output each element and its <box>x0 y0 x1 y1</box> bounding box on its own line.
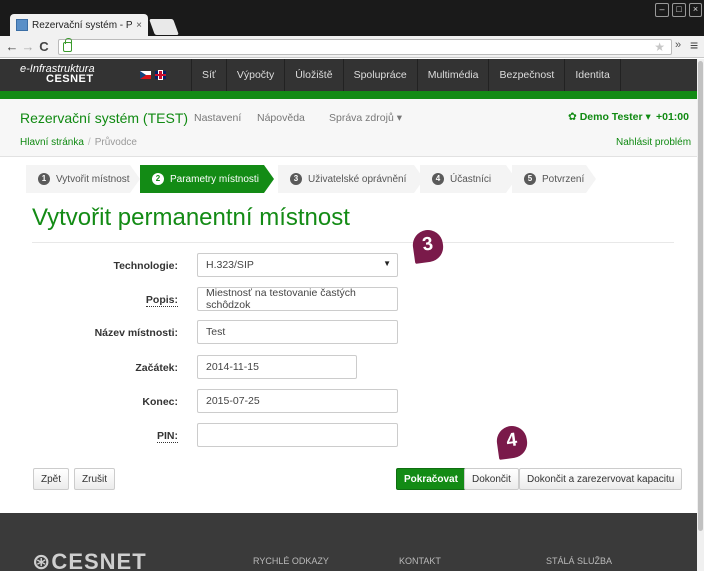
cesnet-footer-logo[interactable]: ⊛CESNET <box>32 549 147 571</box>
annotation-badge-4: 4 <box>494 424 530 460</box>
nav-resource-management[interactable]: Správa zdrojů ▾ <box>329 112 402 124</box>
browser-toolbar: ← → C ★ » ≡ <box>0 36 704 58</box>
nav-computing[interactable]: Výpočty <box>227 59 286 91</box>
nav-multimedia[interactable]: Multimédia <box>418 59 490 91</box>
step-label: Účastníci <box>450 173 492 185</box>
wizard-step-1[interactable]: 1 Vytvořit místnost <box>26 165 130 193</box>
nav-storage[interactable]: Úložiště <box>285 59 344 91</box>
reload-icon[interactable]: C <box>36 39 52 54</box>
start-date-input[interactable]: 2014-11-15 <box>197 355 357 379</box>
pin-label: PIN: <box>0 430 178 443</box>
minimize-button[interactable]: – <box>655 3 669 17</box>
bookmark-star-icon[interactable]: ★ <box>654 40 665 54</box>
step-number: 3 <box>290 173 302 185</box>
step-label: Vytvořit místnost <box>56 173 130 185</box>
description-label-text: Popis: <box>145 294 178 307</box>
footer-service-heading: STÁLÁ SLUŽBA <box>546 556 613 566</box>
annotation-badge-3: 3 <box>410 228 446 264</box>
description-input[interactable]: Miestnosť na testovanie častých schôdzok <box>197 287 398 311</box>
wizard-step-3[interactable]: 3 Uživatelské oprávnění <box>278 165 414 193</box>
wizard-step-5[interactable]: 5 Potvrzení <box>512 165 586 193</box>
language-switcher <box>118 59 192 91</box>
end-label: Konec: <box>142 396 178 408</box>
step-arrow <box>586 165 596 193</box>
report-problem-link[interactable]: Nahlásit problém <box>616 137 691 148</box>
address-bar[interactable]: ★ <box>58 38 672 55</box>
end-date-value: 2015-07-25 <box>206 395 260 407</box>
logo-line-2: CESNET <box>46 73 94 85</box>
lock-icon <box>63 38 72 52</box>
end-date-input[interactable]: 2015-07-25 <box>197 389 398 413</box>
czech-flag-icon[interactable] <box>140 71 151 79</box>
app-header: Rezervační systém (TEST) Nastavení Nápov… <box>0 99 704 157</box>
footer-quick-links-heading: RYCHLÉ ODKAZY <box>253 556 329 566</box>
step-arrow <box>130 165 140 193</box>
wizard-step-2[interactable]: 2 Parametry místnosti <box>140 165 264 193</box>
maximize-button[interactable]: □ <box>672 3 686 17</box>
title-divider <box>32 242 674 243</box>
nav-collaboration[interactable]: Spolupráce <box>344 59 418 91</box>
step-number: 4 <box>432 173 444 185</box>
site-footer: ⊛CESNET RYCHLÉ ODKAZY KONTAKT STÁLÁ SLUŽ… <box>0 513 704 571</box>
scrollbar-thumb[interactable] <box>698 61 703 531</box>
breadcrumb-current: Průvodce <box>94 137 137 148</box>
step-number: 1 <box>38 173 50 185</box>
tab-close-icon[interactable]: × <box>136 20 142 31</box>
step-number: 5 <box>524 173 536 185</box>
einfra-logo[interactable]: e-Infrastruktura CESNET <box>0 59 118 91</box>
user-menu[interactable]: ✿ Demo Tester ▾ <box>568 111 651 123</box>
finish-and-reserve-button[interactable]: Dokončit a zarezervovat kapacitu <box>519 468 683 490</box>
step-label: Parametry místnosti <box>170 173 259 185</box>
back-arrow-icon[interactable]: ← <box>4 39 20 54</box>
site-navbar: e-Infrastruktura CESNET Síť Výpočty Úlož… <box>0 59 704 91</box>
step-arrow <box>264 165 274 193</box>
finish-button[interactable]: Dokončit <box>464 468 519 490</box>
select-caret-icon: ▼ <box>383 259 391 268</box>
nav-security[interactable]: Bezpečnost <box>489 59 566 91</box>
close-window-button[interactable]: × <box>689 3 702 17</box>
page-scrollbar[interactable] <box>697 59 704 571</box>
room-name-input[interactable]: Test <box>197 320 398 344</box>
description-label: Popis: <box>0 294 178 307</box>
nav-network[interactable]: Síť <box>192 59 227 91</box>
start-label: Začátek: <box>135 362 178 374</box>
pin-input[interactable] <box>197 423 398 447</box>
page-title: Vytvořit permanentní místnost <box>32 204 350 231</box>
new-tab-button[interactable] <box>149 19 179 35</box>
uk-flag-icon[interactable] <box>155 71 166 79</box>
browser-tab[interactable]: Rezervační systém - Prův × <box>10 14 148 36</box>
step-label: Potvrzení <box>542 173 585 185</box>
wizard-step-4[interactable]: 4 Účastníci <box>420 165 506 193</box>
technology-value: H.323/SIP <box>206 259 254 271</box>
forward-arrow-icon[interactable]: → <box>20 39 36 54</box>
step-label: Uživatelské oprávnění <box>308 173 407 185</box>
breadcrumb-separator: / <box>87 137 91 148</box>
browser-tab-bar: Rezervační systém - Prův × – □ × <box>0 0 704 36</box>
calendar-favicon-icon <box>16 19 28 31</box>
breadcrumb-home[interactable]: Hlavní stránka <box>20 137 84 148</box>
browser-menu-icon[interactable]: ≡ <box>690 37 698 53</box>
tab-title: Rezervační systém - Prův <box>32 19 133 31</box>
app-title[interactable]: Rezervační systém (TEST) <box>20 110 188 126</box>
wizard-steps: 1 Vytvořit místnost 2 Parametry místnost… <box>26 165 596 193</box>
step-number: 2 <box>152 173 164 185</box>
room-name-label: Název místnosti: <box>94 327 178 339</box>
nav-identity[interactable]: Identita <box>565 59 621 91</box>
extensions-chevron-icon[interactable]: » <box>675 39 681 51</box>
cancel-button[interactable]: Zrušit <box>74 468 115 490</box>
start-date-value: 2014-11-15 <box>206 361 259 373</box>
timezone-label[interactable]: +01:00 <box>656 111 689 123</box>
back-button[interactable]: Zpět <box>33 468 70 490</box>
nav-help[interactable]: Nápověda <box>257 112 305 124</box>
continue-button[interactable]: Pokračovat <box>396 468 466 490</box>
breadcrumb: Hlavní stránka / Průvodce <box>20 137 137 148</box>
pin-label-text: PIN: <box>157 430 178 443</box>
green-accent-bar <box>0 91 704 99</box>
technology-select[interactable]: H.323/SIP ▼ <box>197 253 398 277</box>
footer-contact-heading: KONTAKT <box>399 556 441 566</box>
description-value: Miestnosť na testovanie častých schôdzok <box>206 287 356 311</box>
technology-label: Technologie: <box>113 260 178 272</box>
nav-settings[interactable]: Nastavení <box>194 112 241 124</box>
room-name-value: Test <box>206 326 226 338</box>
